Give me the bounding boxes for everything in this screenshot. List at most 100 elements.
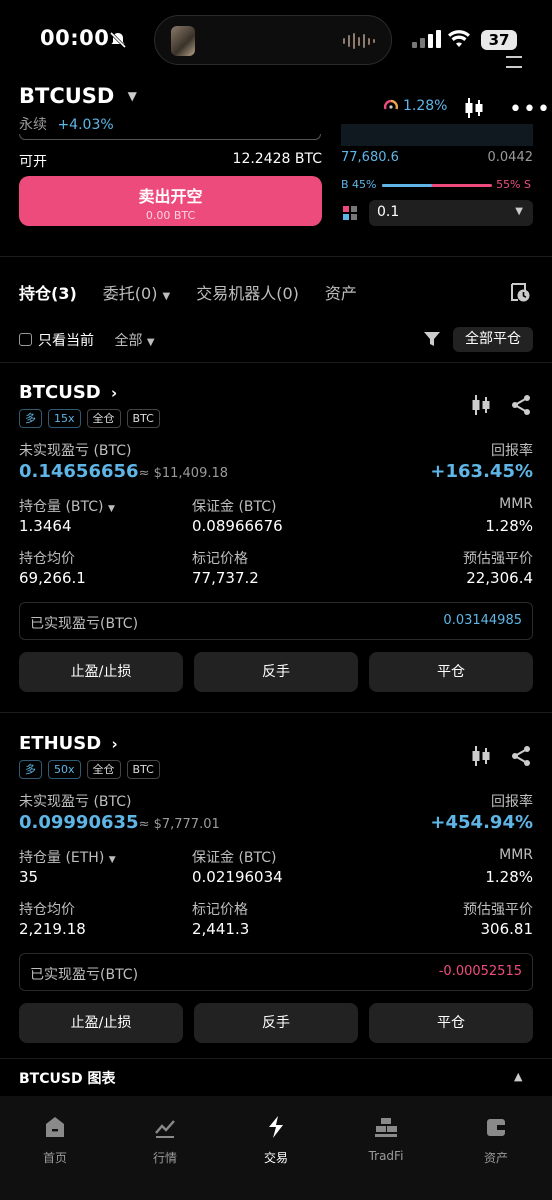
liq-label: 预估强平价 [463,551,533,567]
chart-section-title[interactable]: BTCUSD 图表 [19,1068,115,1088]
position-symbol-link[interactable]: ETHUSD › [19,733,118,754]
nav-item-home[interactable]: 首页 [15,1114,95,1166]
chevron-down-icon: ▼ [515,206,523,217]
nav-label: TradFi [368,1149,404,1163]
tab-assets[interactable]: 资产 [325,280,357,304]
close-all-button[interactable]: 全部平仓 [453,327,533,352]
nav-label: 资产 [483,1151,508,1165]
nav-item-market[interactable]: 行情 [125,1114,205,1166]
market-icon [155,1120,175,1138]
position-badges: 多 50x 全仓 BTC [19,760,160,779]
tab-positions[interactable]: 持仓(3) [19,280,77,304]
entry-value: 2,219.18 [19,920,86,938]
upnl-value: 0.14656656 [19,461,139,482]
position-symbol-link[interactable]: BTCUSD › [19,382,117,403]
candlestick-icon[interactable] [470,394,492,416]
size-value: 35 [19,868,39,886]
order-book-qty: 0.0442 [487,150,534,165]
upnl-row: 0.14656656≈ $11,409.18 [19,461,228,482]
order-book-price: 77,680.6 [341,150,399,165]
menu-lines-icon[interactable] [506,56,522,68]
roe-value: +163.45% [430,461,533,482]
roe-label: 回报率 [491,794,533,810]
nav-item-trade[interactable]: 交易 [236,1114,316,1166]
tab-bots[interactable]: 交易机器人(0) [196,280,299,304]
wifi-icon [448,30,470,47]
available-value: 12.2428 BTC [232,151,322,167]
settle-badge: BTC [126,760,160,779]
current-only-label: 只看当前 [38,333,94,349]
chevron-down-icon: ▼ [108,855,116,865]
size-label[interactable]: 持仓量 (ETH) ▼ [19,847,116,867]
contract-info: 永续 +4.03% [19,114,114,134]
chevron-down-icon: ▼ [127,89,137,103]
candlestick-icon[interactable] [470,745,492,767]
margin-value: 0.02196034 [192,868,283,886]
reverse-button[interactable]: 反手 [194,652,358,692]
upnl-value: 0.09990635 [19,812,139,833]
pair-selector[interactable]: BTCUSD ▼ [19,84,137,108]
precision-select[interactable]: 0.1 ▼ [369,200,533,226]
all-filter[interactable]: 全部 ▼ [114,333,154,349]
nav-item-tradfi[interactable]: TradFi [346,1114,426,1163]
chevron-up-icon[interactable]: ▲ [514,1070,522,1083]
trade-icon [269,1116,283,1138]
leverage-badge[interactable]: 15x [48,409,81,428]
realized-pnl-box: 已实现盈亏(BTC) 0.03144985 [19,602,533,640]
entry-value: 69,266.1 [19,569,86,587]
chevron-right-icon: › [111,735,118,753]
depth-mode-icon[interactable] [343,206,357,220]
margin-mode-badge: 全仓 [86,409,121,428]
all-filter-label: 全部 [114,333,143,349]
candlestick-icon[interactable] [463,96,485,120]
mmr-value: 1.28% [485,517,533,535]
side-badge: 多 [19,760,42,779]
margin-value: 0.08966676 [192,517,283,535]
filter-icon[interactable] [423,330,441,348]
dynamic-island[interactable] [154,15,392,65]
leverage-badge[interactable]: 50x [48,760,81,779]
liq-value: 306.81 [480,920,534,938]
mmr-value: 1.28% [485,868,533,886]
buy-ratio: B 45% [341,178,377,191]
buy-sell-ratio: B 45% 55% S [341,178,533,191]
margin-label: 保证金 (BTC) [192,850,277,866]
position-badges: 多 15x 全仓 BTC [19,409,160,428]
gauge-icon [383,99,399,110]
nav-item-assets[interactable]: 资产 [456,1114,536,1166]
close-position-button[interactable]: 平仓 [369,652,533,692]
tp-sl-button[interactable]: 止盈/止损 [19,1003,183,1043]
current-only-toggle[interactable]: 只看当前 [19,333,94,349]
mmr-label: MMR [499,847,533,863]
chevron-right-icon: › [111,384,118,402]
history-icon[interactable] [509,281,531,303]
mark-value: 2,441.3 [192,920,250,938]
order-book-row[interactable]: 77,680.6 0.0442 [341,150,533,170]
mark-value: 77,737.2 [192,569,259,587]
liq-label: 预估强平价 [463,902,533,918]
upnl-label: 未实现盈亏 (BTC) [19,443,132,459]
battery-indicator: 37 [481,30,517,50]
ratio-bar [382,184,492,187]
size-label[interactable]: 持仓量 (BTC) ▼ [19,496,115,516]
sell-short-button[interactable]: 卖出开空 0.00 BTC [19,176,322,226]
margin-mode-badge: 全仓 [86,760,121,779]
chevron-down-icon: ▼ [107,504,115,514]
share-icon[interactable] [510,745,532,767]
upnl-usd: ≈ $7,777.01 [138,817,220,832]
position-symbol: BTCUSD [19,382,101,403]
mmr-indicator[interactable]: 1.28% [383,98,447,114]
nav-label: 交易 [263,1151,288,1165]
share-icon[interactable] [510,394,532,416]
entry-label: 持仓均价 [19,551,75,567]
reverse-button[interactable]: 反手 [194,1003,358,1043]
contract-type: 永续 [19,117,47,133]
realized-label: 已实现盈亏(BTC) [30,967,139,983]
mark-label: 标记价格 [192,551,248,567]
close-position-button[interactable]: 平仓 [369,1003,533,1043]
more-options-icon[interactable]: ••• [509,97,551,122]
tp-sl-button[interactable]: 止盈/止损 [19,652,183,692]
section-divider [0,256,552,257]
nav-label: 首页 [42,1151,67,1165]
tab-orders[interactable]: 委托(0) ▼ [103,280,170,304]
